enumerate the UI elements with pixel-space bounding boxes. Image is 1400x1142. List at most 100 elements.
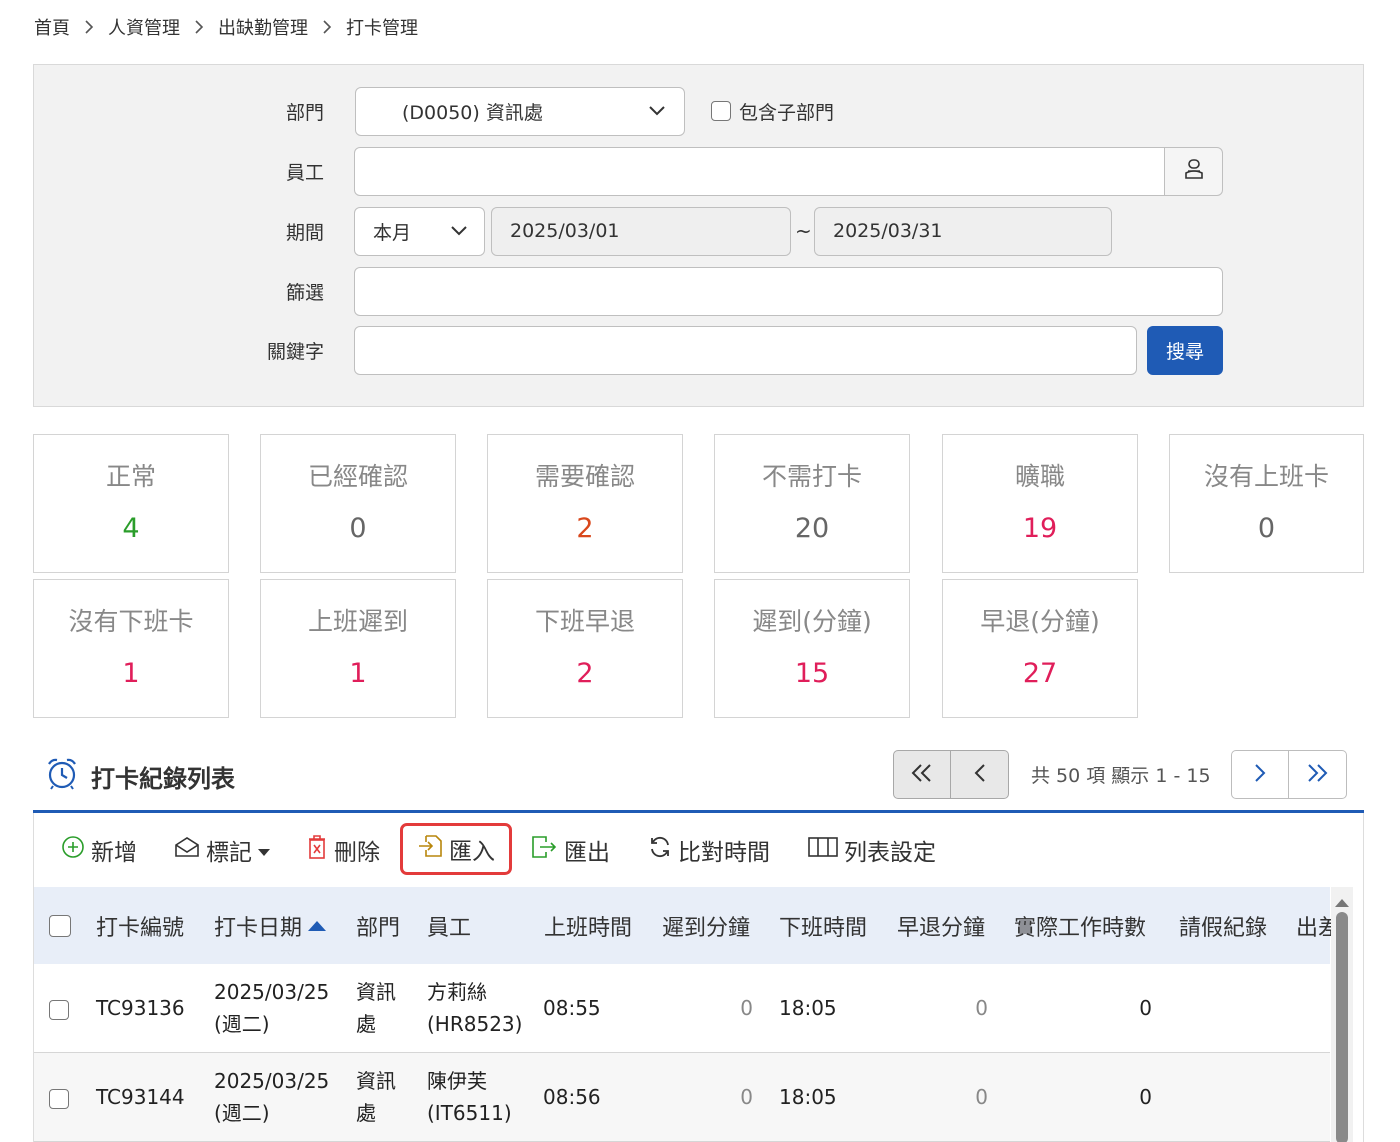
first-page-button[interactable] [893, 750, 951, 799]
keyword-input[interactable] [354, 325, 1137, 375]
list-header: 打卡紀錄列表 [45, 758, 235, 794]
stat-label: 上班遲到 [307, 607, 408, 636]
list-title: 打卡紀錄列表 [91, 764, 235, 793]
include-subdept-option[interactable]: 包含子部門 [711, 98, 834, 125]
cell-employee-name: 方莉絲 [427, 980, 487, 1004]
breadcrumb-attendance[interactable]: 出缺勤管理 [218, 14, 308, 40]
breadcrumb-hr[interactable]: 人資管理 [108, 14, 180, 40]
delete-button[interactable]: 刪除 [306, 825, 380, 875]
date-from-input[interactable]: 2025/03/01 [491, 206, 791, 256]
stat-label: 需要確認 [534, 462, 635, 491]
cell-employee: 方莉絲 (HR8523) [427, 976, 522, 1040]
cell-clock-in: 08:55 [543, 996, 601, 1020]
col-actual-hours[interactable]: 實際工作時數 [1014, 887, 1146, 964]
date-range-separator: ~ [795, 219, 812, 243]
cell-dept-line1: 資訊 [356, 980, 396, 1004]
import-button[interactable]: 匯入 [400, 823, 512, 875]
search-button[interactable]: 搜尋 [1147, 326, 1223, 375]
cell-actual-hours: 0 [1139, 996, 1152, 1020]
col-employee[interactable]: 員工 [427, 887, 471, 964]
cell-punch-id: TC93144 [96, 1085, 185, 1109]
stat-value: 4 [122, 513, 140, 544]
cell-weekday: (週二) [214, 1012, 270, 1036]
pager-info: 共 50 項 顯示 1 - 15 [1031, 765, 1211, 787]
mark-dropdown-button[interactable]: 標記 [174, 825, 276, 875]
row-checkbox[interactable] [49, 1000, 69, 1020]
select-all-checkbox[interactable] [49, 914, 71, 937]
stat-card-no-clock-out[interactable]: 沒有下班卡 1 [33, 579, 229, 718]
stat-card-absent[interactable]: 曠職 19 [942, 434, 1138, 573]
sort-ascending-icon [308, 913, 327, 938]
col-early-minutes[interactable]: 早退分鐘 [897, 887, 985, 964]
scrollbar-thumb[interactable] [1336, 912, 1348, 1142]
stat-card-early-minutes[interactable]: 早退(分鐘) 27 [942, 579, 1138, 718]
row-checkbox-cell[interactable] [49, 997, 69, 1029]
chevron-down-icon [648, 100, 666, 122]
col-department[interactable]: 部門 [356, 887, 400, 964]
scroll-up-arrow-icon[interactable] [1335, 893, 1349, 912]
col-clock-out[interactable]: 下班時間 [779, 887, 867, 964]
stat-value: 27 [1022, 658, 1058, 689]
department-label: 部門 [285, 101, 324, 124]
stat-label: 下班早退 [534, 607, 635, 636]
filter-panel: 部門 (D0050) 資訊處 包含子部門 員工 期間 本月 2025/03/01… [33, 64, 1364, 407]
cell-early-minutes: 0 [975, 996, 988, 1020]
chevron-right-icon [1253, 763, 1267, 787]
cell-clock-out: 18:05 [779, 996, 837, 1020]
employee-input[interactable] [354, 146, 1165, 196]
cell-actual-hours: 0 [1139, 1085, 1152, 1109]
cell-early-minutes: 0 [975, 1085, 988, 1109]
delete-label: 刪除 [334, 840, 380, 866]
export-button[interactable]: 匯出 [530, 825, 610, 875]
col-late-minutes[interactable]: 遲到分鐘 [662, 887, 750, 964]
col-punch-id[interactable]: 打卡編號 [96, 887, 184, 964]
period-preset-value: 本月 [373, 221, 412, 244]
chevron-down-icon [450, 220, 468, 242]
plus-circle-icon [61, 835, 91, 865]
export-label: 匯出 [564, 840, 610, 866]
date-to-input[interactable]: 2025/03/31 [814, 206, 1112, 256]
stat-label: 沒有下班卡 [68, 607, 194, 636]
column-settings-button[interactable]: 列表設定 [808, 825, 936, 875]
col-clock-in[interactable]: 上班時間 [544, 887, 632, 964]
cell-employee-code: (HR8523) [427, 1012, 523, 1036]
table-row[interactable]: TC93136 2025/03/25 (週二) 資訊處 方莉絲 (HR8523) 0… [34, 964, 1330, 1053]
filter-input[interactable] [354, 266, 1223, 316]
cell-clock-in: 08:56 [543, 1085, 601, 1109]
stat-card-late-minutes[interactable]: 遲到(分鐘) 15 [714, 579, 910, 718]
stat-card-normal[interactable]: 正常 4 [33, 434, 229, 573]
next-page-button[interactable] [1230, 750, 1289, 799]
keyword-label: 關鍵字 [266, 340, 324, 363]
cell-clock-out: 18:05 [779, 1085, 837, 1109]
table-row[interactable]: TC93144 2025/03/25 (週二) 資訊處 陳伊芙 (IT6511) 0… [34, 1053, 1330, 1142]
employee-picker-button[interactable] [1164, 146, 1223, 196]
stat-card-no-clock-in[interactable]: 沒有上班卡 0 [1169, 434, 1364, 573]
double-chevron-left-icon [910, 763, 934, 787]
stat-card-left-early[interactable]: 下班早退 2 [487, 579, 683, 718]
stat-value: 0 [1257, 513, 1276, 544]
stat-card-no-punch-needed[interactable]: 不需打卡 20 [714, 434, 910, 573]
table-toolbar: 新增 標記 刪除 匯入 匯出 比對時間 列表設定 [34, 813, 1363, 887]
import-label: 匯入 [449, 839, 495, 865]
envelope-open-icon [174, 835, 206, 865]
select-all-checkbox-cell[interactable] [49, 887, 71, 964]
include-subdept-checkbox[interactable] [711, 101, 731, 121]
stat-card-late[interactable]: 上班遲到 1 [260, 579, 456, 718]
row-checkbox[interactable] [49, 1089, 69, 1109]
cell-late-minutes: 0 [740, 996, 753, 1020]
last-page-button[interactable] [1288, 750, 1347, 799]
period-preset-select[interactable]: 本月 [354, 206, 485, 256]
compare-time-button[interactable]: 比對時間 [648, 825, 770, 875]
col-leave-record[interactable]: 請假紀錄 [1179, 887, 1267, 964]
add-button[interactable]: 新增 [61, 825, 137, 875]
cell-dept-line2: 處 [356, 1012, 376, 1036]
cell-department: 資訊處 [356, 976, 396, 1040]
stat-card-confirmed[interactable]: 已經確認 0 [260, 434, 456, 573]
breadcrumb-home[interactable]: 首頁 [34, 14, 70, 40]
stat-card-need-confirm[interactable]: 需要確認 2 [487, 434, 683, 573]
department-select[interactable]: (D0050) 資訊處 [355, 86, 685, 136]
stat-label: 遲到(分鐘) [752, 607, 872, 636]
prev-page-button[interactable] [951, 750, 1009, 799]
col-punch-date[interactable]: 打卡日期 [214, 887, 327, 964]
row-checkbox-cell[interactable] [49, 1086, 69, 1118]
